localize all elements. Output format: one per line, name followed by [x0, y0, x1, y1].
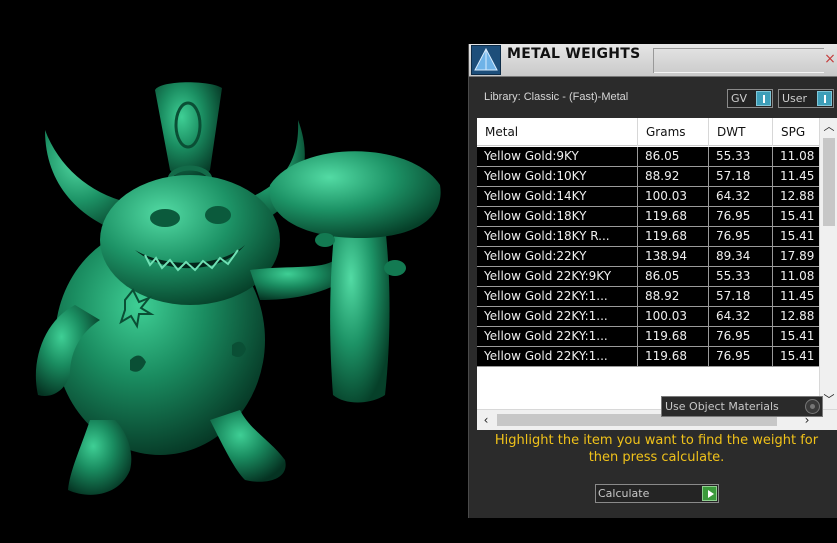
cell-spg: 12.88	[773, 187, 819, 206]
cell-metal: Yellow Gold:14KY	[477, 187, 638, 206]
metal-weights-panel: METAL WEIGHTS × Library: Classic - (Fast…	[468, 44, 837, 518]
cell-metal: Yellow Gold:18KY	[477, 207, 638, 226]
table-body: Yellow Gold:9KY 86.05 55.33 11.08 Yellow Gol…	[477, 147, 819, 409]
3d-viewport[interactable]	[0, 0, 468, 543]
cell-spg: 11.45	[773, 167, 819, 186]
radio-icon[interactable]	[805, 399, 820, 414]
cell-dwt: 64.32	[709, 307, 773, 326]
cell-metal: Yellow Gold 22KY:1...	[477, 307, 638, 326]
table-row[interactable]: Yellow Gold:18KY R... 119.68 76.95 15.41	[477, 227, 819, 247]
column-header-dwt[interactable]: DWT	[709, 118, 773, 146]
column-header-spg[interactable]: SPG	[773, 118, 823, 146]
cell-grams: 119.68	[638, 207, 709, 226]
cell-dwt: 55.33	[709, 267, 773, 286]
vertical-scrollbar[interactable]: ︿ ﹀	[819, 118, 837, 409]
calculate-label: Calculate	[598, 487, 650, 500]
title-rule	[654, 48, 824, 73]
table-row[interactable]: Yellow Gold 22KY:1... 119.68 76.95 15.41	[477, 347, 819, 367]
cell-metal: Yellow Gold:10KY	[477, 167, 638, 186]
table-row[interactable]: Yellow Gold:9KY 86.05 55.33 11.08	[477, 147, 819, 167]
metal-weights-pyramid-icon	[471, 45, 501, 75]
cell-grams: 88.92	[638, 167, 709, 186]
table-row[interactable]: Yellow Gold 22KY:9KY 86.05 55.33 11.08	[477, 267, 819, 287]
cell-grams: 86.05	[638, 267, 709, 286]
monster-pendant-model	[35, 82, 441, 495]
cell-spg: 12.88	[773, 307, 819, 326]
cell-grams: 100.03	[638, 307, 709, 326]
cell-dwt: 55.33	[709, 147, 773, 166]
user-toggle-label: User	[782, 92, 808, 105]
use-object-materials-toggle[interactable]: Use Object Materials	[661, 396, 823, 417]
user-toggle[interactable]: User	[778, 89, 834, 108]
cell-grams: 119.68	[638, 327, 709, 346]
scroll-up-arrow[interactable]: ︿	[820, 118, 837, 136]
cell-dwt: 64.32	[709, 187, 773, 206]
cell-metal: Yellow Gold:18KY R...	[477, 227, 638, 246]
cell-dwt: 76.95	[709, 347, 773, 366]
panel-titlebar[interactable]: METAL WEIGHTS ×	[469, 44, 837, 77]
cell-spg: 15.41	[773, 347, 819, 366]
cell-metal: Yellow Gold 22KY:1...	[477, 327, 638, 346]
library-label: Library: Classic - (Fast)-Metal	[484, 91, 629, 103]
table-row[interactable]: Yellow Gold:18KY 119.68 76.95 15.41	[477, 207, 819, 227]
play-icon[interactable]	[702, 486, 717, 501]
cell-grams: 119.68	[638, 227, 709, 246]
table-row[interactable]: Yellow Gold:10KY 88.92 57.18 11.45	[477, 167, 819, 187]
close-icon[interactable]: ×	[823, 52, 837, 66]
table-row[interactable]: Yellow Gold 22KY:1... 100.03 64.32 12.88	[477, 307, 819, 327]
table-header: Metal Grams DWT SPG	[477, 118, 823, 146]
calculate-button[interactable]: Calculate	[595, 484, 719, 503]
metal-weights-table[interactable]: Metal Grams DWT SPG Yellow Gold:9KY 86.05…	[477, 118, 837, 430]
cell-grams: 88.92	[638, 287, 709, 306]
column-header-grams[interactable]: Grams	[638, 118, 709, 146]
gv-toggle-label: GV	[731, 92, 748, 105]
cell-dwt: 89.34	[709, 247, 773, 266]
cell-spg: 11.45	[773, 287, 819, 306]
cell-spg: 15.41	[773, 327, 819, 346]
instructions-text: Highlight the item you want to find the …	[494, 433, 819, 465]
user-toggle-switch[interactable]	[817, 91, 832, 106]
cell-grams: 138.94	[638, 247, 709, 266]
cell-metal: Yellow Gold:9KY	[477, 147, 638, 166]
cell-spg: 17.89	[773, 247, 819, 266]
cell-grams: 119.68	[638, 347, 709, 366]
cell-grams: 86.05	[638, 147, 709, 166]
cell-spg: 11.08	[773, 147, 819, 166]
table-row[interactable]: Yellow Gold 22KY:1... 88.92 57.18 11.45	[477, 287, 819, 307]
panel-title: METAL WEIGHTS	[507, 46, 641, 62]
cell-dwt: 57.18	[709, 167, 773, 186]
cell-dwt: 76.95	[709, 227, 773, 246]
cell-metal: Yellow Gold:22KY	[477, 247, 638, 266]
cell-grams: 100.03	[638, 187, 709, 206]
cell-metal: Yellow Gold 22KY:9KY	[477, 267, 638, 286]
vertical-scroll-thumb[interactable]	[823, 138, 835, 226]
cell-metal: Yellow Gold 22KY:1...	[477, 347, 638, 366]
table-row[interactable]: Yellow Gold:14KY 100.03 64.32 12.88	[477, 187, 819, 207]
cell-dwt: 76.95	[709, 207, 773, 226]
cell-dwt: 57.18	[709, 287, 773, 306]
table-row[interactable]: Yellow Gold:22KY 138.94 89.34 17.89	[477, 247, 819, 267]
gv-toggle-switch[interactable]	[756, 91, 771, 106]
cell-spg: 15.41	[773, 227, 819, 246]
cell-spg: 15.41	[773, 207, 819, 226]
gv-toggle[interactable]: GV	[727, 89, 773, 108]
cell-metal: Yellow Gold 22KY:1...	[477, 287, 638, 306]
scroll-left-arrow[interactable]: ‹	[477, 410, 495, 430]
table-row[interactable]: Yellow Gold 22KY:1... 119.68 76.95 15.41	[477, 327, 819, 347]
column-header-metal[interactable]: Metal	[477, 118, 638, 146]
cell-spg: 11.08	[773, 267, 819, 286]
cell-dwt: 76.95	[709, 327, 773, 346]
use-object-materials-label: Use Object Materials	[665, 400, 779, 413]
